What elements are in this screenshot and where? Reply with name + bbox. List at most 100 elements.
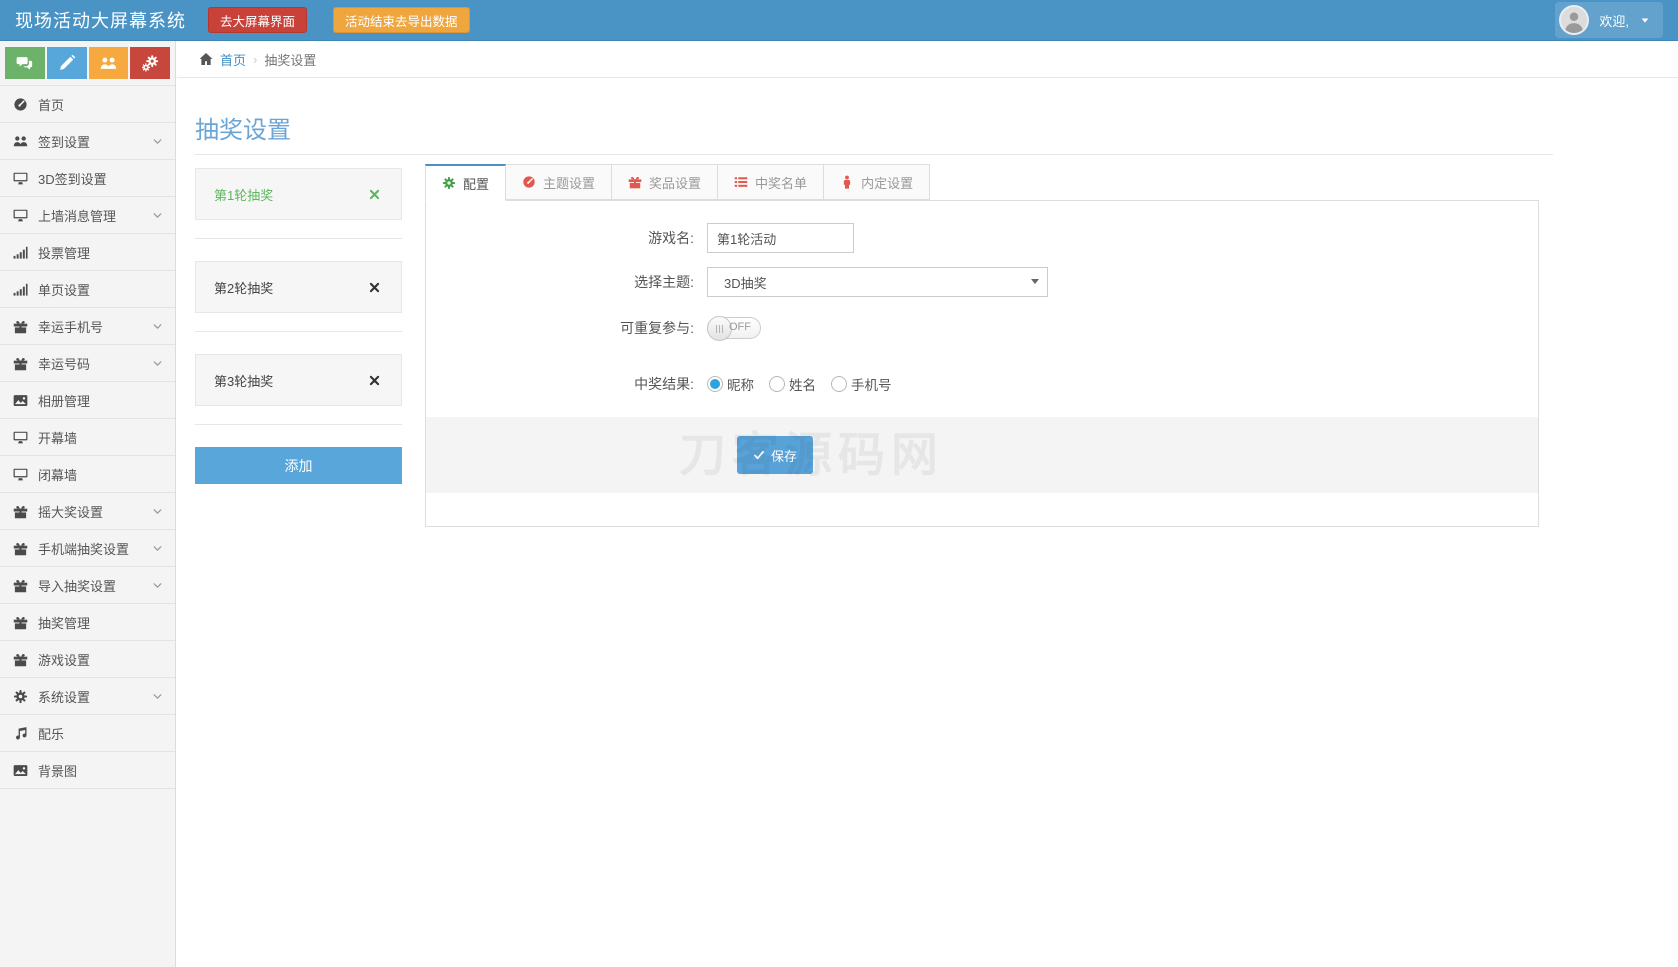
home-icon: [199, 52, 213, 66]
main-content: 抽奖设置 第1轮抽奖第2轮抽奖第3轮抽奖 添加 配置主题设置奖品设置中奖名单内定…: [177, 79, 1678, 967]
app-title: 现场活动大屏幕系统: [15, 7, 186, 33]
sidebar-item-label: 3D签到设置: [38, 169, 107, 188]
gift-icon: [13, 652, 28, 667]
chevron-down-icon: [152, 358, 163, 369]
round-item[interactable]: 第3轮抽奖: [195, 354, 402, 406]
round-label: 第2轮抽奖: [196, 278, 368, 297]
go-big-screen-button[interactable]: 去大屏幕界面: [208, 7, 307, 33]
pencil-icon: [58, 55, 75, 72]
radio-label: 手机号: [851, 374, 892, 394]
tab-winner-list[interactable]: 中奖名单: [718, 164, 824, 200]
sidebar-item-label: 背景图: [38, 761, 77, 780]
game-name-label: 游戏名:: [426, 228, 707, 248]
sidebar-item-vote-management[interactable]: 投票管理: [0, 234, 175, 271]
tab-theme-settings[interactable]: 主题设置: [506, 164, 612, 200]
breadcrumb-separator: ›: [253, 52, 257, 67]
tab-preset-settings[interactable]: 内定设置: [824, 164, 930, 200]
export-data-button[interactable]: 活动结束去导出数据: [333, 7, 470, 33]
divider: [195, 424, 402, 425]
sidebar-item-lucky-phone-number[interactable]: 幸运手机号: [0, 308, 175, 345]
divider: [195, 238, 402, 239]
check-icon: [753, 449, 765, 461]
sidebar-item-single-page-settings[interactable]: 单页设置: [0, 271, 175, 308]
sidebar-item-shake-prize-settings[interactable]: 摇大奖设置: [0, 493, 175, 530]
round-item[interactable]: 第1轮抽奖: [195, 168, 402, 220]
game-name-input[interactable]: [707, 223, 854, 253]
quick-button-users[interactable]: [89, 47, 129, 79]
sidebar-item-background-image[interactable]: 背景图: [0, 752, 175, 789]
sidebar-item-music[interactable]: 配乐: [0, 715, 175, 752]
save-button[interactable]: 保存: [737, 436, 813, 474]
close-icon[interactable]: [368, 281, 381, 294]
tab-prize-settings[interactable]: 奖品设置: [612, 164, 718, 200]
gift-icon: [13, 541, 28, 556]
round-item[interactable]: 第2轮抽奖: [195, 261, 402, 313]
user-menu[interactable]: 欢迎,: [1555, 2, 1663, 38]
quick-button-edit[interactable]: [47, 47, 87, 79]
breadcrumb-home-link[interactable]: 首页: [220, 50, 246, 69]
gift-icon: [13, 578, 28, 593]
sidebar-item-label: 闭幕墙: [38, 465, 77, 484]
radio-icon[interactable]: [769, 376, 785, 392]
chevron-down-icon: [152, 321, 163, 332]
sidebar-item-wall-message-management[interactable]: 上墙消息管理: [0, 197, 175, 234]
sidebar-item-mobile-lottery-settings[interactable]: 手机端抽奖设置: [0, 530, 175, 567]
tab-bar: 配置主题设置奖品设置中奖名单 内定设置: [425, 164, 1539, 201]
avatar[interactable]: [1559, 5, 1589, 35]
result-radio-option[interactable]: 手机号: [831, 374, 892, 394]
sidebar-item-opening-wall[interactable]: 开幕墙: [0, 419, 175, 456]
breadcrumb-current: 抽奖设置: [264, 50, 316, 69]
theme-select-value: 3D抽奖: [724, 273, 767, 292]
sidebar-item-label: 首页: [38, 95, 64, 114]
sidebar-item-label: 开幕墙: [38, 428, 77, 447]
sidebar-item-label: 投票管理: [38, 243, 90, 262]
sidebar-item-lottery-management[interactable]: 抽奖管理: [0, 604, 175, 641]
quick-button-settings[interactable]: [130, 47, 170, 79]
tab-config[interactable]: 配置: [425, 164, 506, 201]
dashboard-icon: [13, 97, 28, 112]
gift-icon: [13, 504, 28, 519]
result-radio-option[interactable]: 姓名: [769, 374, 816, 394]
monitor-icon: [13, 171, 28, 186]
add-round-button[interactable]: 添加: [195, 447, 402, 484]
repeat-toggle[interactable]: OFF: [707, 317, 761, 339]
radio-icon[interactable]: [707, 376, 723, 392]
signal-icon: [13, 245, 28, 260]
rounds-column: 第1轮抽奖第2轮抽奖第3轮抽奖 添加: [195, 164, 402, 527]
rounds-list: 第1轮抽奖第2轮抽奖第3轮抽奖: [195, 168, 402, 425]
theme-select[interactable]: 3D抽奖: [707, 267, 1048, 297]
gear-icon: [13, 689, 28, 704]
result-radio-option[interactable]: 昵称: [707, 374, 754, 394]
welcome-text: 欢迎,: [1599, 11, 1629, 30]
gift-icon: [13, 319, 28, 334]
sidebar-item-closing-wall[interactable]: 闭幕墙: [0, 456, 175, 493]
quick-buttons: [0, 41, 175, 85]
result-label: 中奖结果:: [426, 374, 707, 394]
sidebar-item-lucky-number[interactable]: 幸运号码: [0, 345, 175, 382]
person-icon: [840, 175, 854, 189]
close-icon[interactable]: [368, 374, 381, 387]
gears-icon: [142, 55, 159, 72]
quick-button-comments[interactable]: [5, 47, 45, 79]
save-label: 保存: [771, 446, 797, 465]
sidebar-item-album-management[interactable]: 相册管理: [0, 382, 175, 419]
radio-icon[interactable]: [831, 376, 847, 392]
sidebar-item-home[interactable]: 首页: [0, 86, 175, 123]
dashboard-icon: [522, 175, 536, 189]
chevron-down-icon: [152, 136, 163, 147]
settings-panel: 配置主题设置奖品设置中奖名单内定设置 游戏名: 选择主题: 3D抽奖: [425, 164, 1539, 527]
sidebar-item-system-settings[interactable]: 系统设置: [0, 678, 175, 715]
sidebar-item-label: 幸运手机号: [38, 317, 103, 336]
monitor-icon: [13, 430, 28, 445]
sidebar-item-signin-settings[interactable]: 签到设置: [0, 123, 175, 160]
caret-down-icon: [1031, 279, 1039, 284]
result-radio-group: 昵称姓名 手机号: [707, 374, 907, 394]
sidebar-item-import-lottery-settings[interactable]: 导入抽奖设置: [0, 567, 175, 604]
sidebar-item-label: 相册管理: [38, 391, 90, 410]
tab-label: 内定设置: [861, 173, 913, 192]
round-label: 第1轮抽奖: [196, 185, 368, 204]
close-icon[interactable]: [368, 188, 381, 201]
sidebar-item-label: 导入抽奖设置: [38, 576, 116, 595]
sidebar-item-game-settings[interactable]: 游戏设置: [0, 641, 175, 678]
sidebar-item-3d-signin-settings[interactable]: 3D签到设置: [0, 160, 175, 197]
